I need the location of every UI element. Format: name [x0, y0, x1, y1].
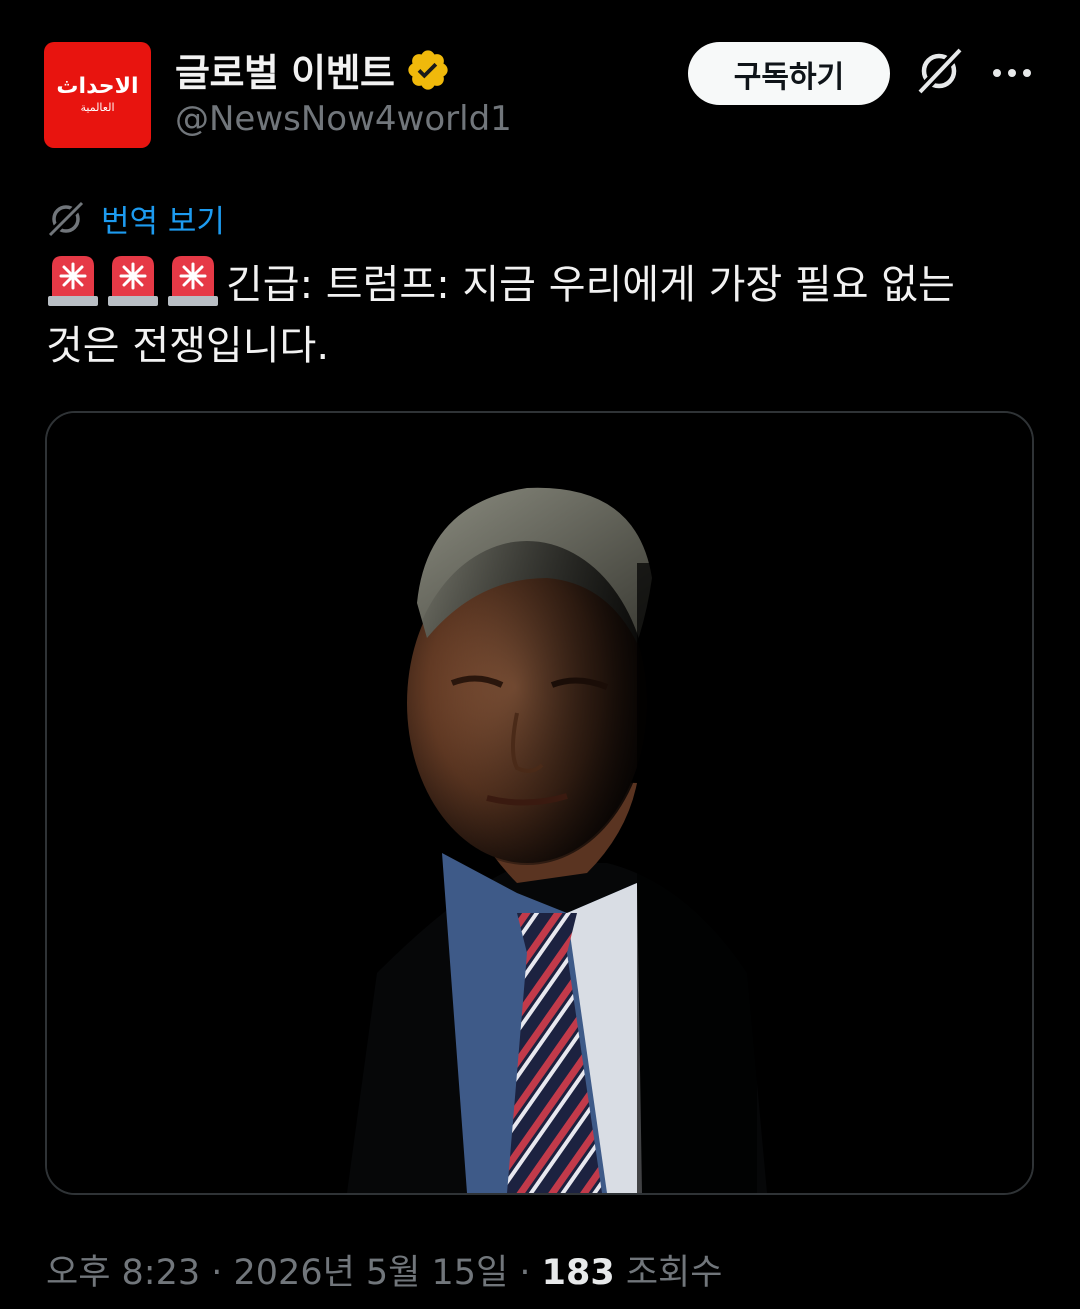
grok-translate-icon [47, 199, 85, 238]
tweet-media-image[interactable] [45, 411, 1034, 1195]
more-icon[interactable] [990, 60, 1034, 86]
police-light-icon [168, 256, 218, 306]
avatar-text-sub: العالمية [80, 101, 115, 114]
tweet-meta: 오후 8:23 · 2026년 5월 15일 · 183 조회수 [46, 1244, 722, 1295]
translate-row[interactable]: 번역 보기 [47, 196, 225, 241]
meta-separator: · [508, 1253, 542, 1293]
translate-link[interactable]: 번역 보기 [101, 196, 225, 241]
subscribe-button[interactable]: 구독하기 [688, 42, 890, 105]
author-display-name[interactable]: 글로벌 이벤트 [175, 42, 451, 97]
views-count: 183 [541, 1253, 615, 1293]
author-handle[interactable]: @NewsNow4world1 [175, 99, 512, 139]
portrait-illustration [47, 413, 1032, 1193]
views-label: 조회수 [625, 1253, 723, 1293]
display-name-text: 글로벌 이벤트 [175, 51, 395, 95]
police-light-icon [108, 256, 158, 306]
siren-emoji-group [46, 256, 226, 308]
tweet-text-line-2: 것은 전쟁입니다. [46, 323, 330, 369]
tweet-time[interactable]: 오후 8:23 [46, 1253, 200, 1293]
verified-badge-icon [407, 49, 448, 90]
tweet-text-line-1: 긴급: 트럼프: 지금 우리에게 가장 필요 없는 [46, 252, 1036, 316]
police-light-icon [48, 256, 98, 306]
tweet-text: 긴급: 트럼프: 지금 우리에게 가장 필요 없는 것은 전쟁입니다. [46, 252, 1036, 377]
meta-separator: · [200, 1253, 234, 1293]
avatar[interactable]: الاحداث العالمية [44, 42, 151, 148]
tweet-text-body-1: 긴급: 트럼프: 지금 우리에게 가장 필요 없는 [226, 262, 955, 308]
grok-icon[interactable] [914, 46, 964, 96]
tweet-date[interactable]: 2026년 5월 15일 [234, 1253, 509, 1293]
avatar-text-main: الاحداث [56, 74, 139, 99]
